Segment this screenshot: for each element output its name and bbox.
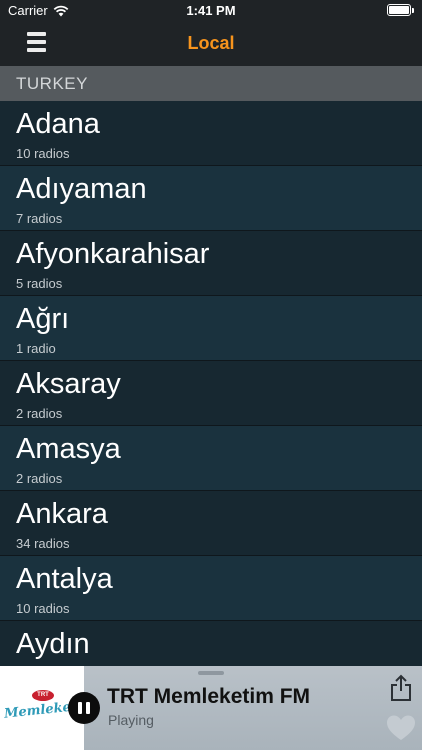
nav-bar: Local [0, 22, 422, 66]
region-name: Ankara [16, 498, 108, 530]
list-item[interactable]: Adıyaman 7 radios [0, 166, 422, 231]
list-item[interactable]: Antalya 10 radios [0, 556, 422, 621]
battery-icon [387, 4, 411, 16]
status-bar: Carrier 1:41 PM [0, 0, 422, 22]
region-name: Aydın [16, 628, 90, 660]
battery-indicator [387, 4, 414, 16]
logo-badge: TRT [32, 690, 54, 701]
region-name: Amasya [16, 433, 121, 465]
radio-count: 10 radios [16, 146, 70, 161]
pause-button[interactable] [68, 692, 100, 724]
radio-count: 2 radios [16, 471, 63, 486]
radio-count: 7 radios [16, 211, 63, 226]
section-header-country: TURKEY [0, 66, 422, 101]
radio-count: 5 radios [16, 276, 63, 291]
list-item[interactable]: Afyonkarahisar 5 radios [0, 231, 422, 296]
region-list: Adana 10 radios Adıyaman 7 radios Afyonkarah… [0, 101, 422, 686]
region-name: Adıyaman [16, 173, 147, 205]
playback-status: Playing [108, 712, 154, 728]
region-name: Antalya [16, 563, 113, 595]
list-item[interactable]: Amasya 2 radios [0, 426, 422, 491]
list-item[interactable]: Adana 10 radios [0, 101, 422, 166]
status-time: 1:41 PM [186, 3, 236, 18]
radio-count: 10 radios [16, 601, 70, 616]
list-item[interactable]: Ankara 34 radios [0, 491, 422, 556]
region-name: Adana [16, 108, 100, 140]
region-name: Aksaray [16, 368, 121, 400]
drag-handle[interactable] [198, 671, 224, 675]
list-item[interactable]: Aksaray 2 radios [0, 361, 422, 426]
region-name: Ağrı [16, 303, 70, 335]
radio-count: 34 radios [16, 536, 70, 551]
now-playing-bar[interactable]: TRT Memleketim TRT Memleketim FM Playing [0, 666, 422, 750]
radio-count: 2 radios [16, 406, 63, 421]
radio-count: 1 radio [16, 341, 56, 356]
region-name: Afyonkarahisar [16, 238, 210, 270]
station-name: TRT Memleketim FM [107, 685, 311, 708]
page-title: Local [187, 33, 235, 53]
list-item[interactable]: Ağrı 1 radio [0, 296, 422, 361]
pause-icon [78, 702, 82, 714]
heart-icon[interactable] [386, 714, 416, 742]
share-icon[interactable] [388, 674, 414, 702]
